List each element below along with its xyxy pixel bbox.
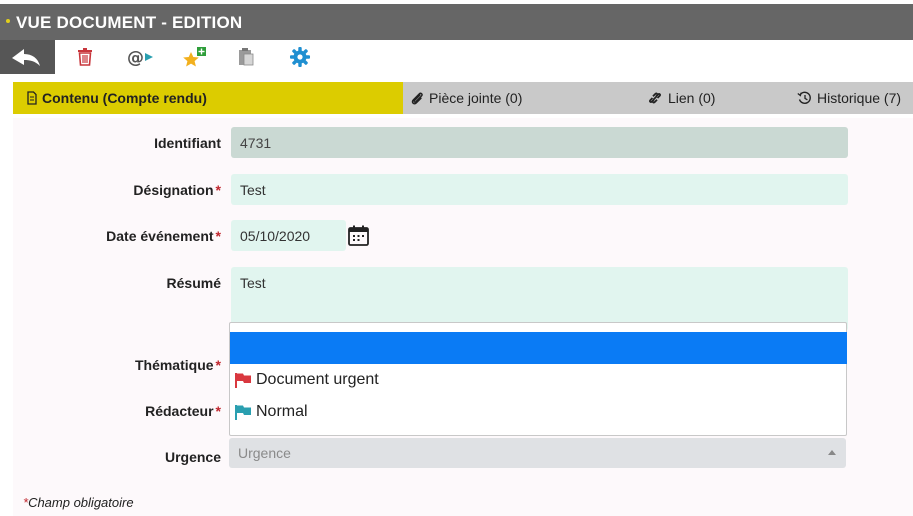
option-label: Normal xyxy=(256,403,308,420)
red-flag-icon xyxy=(235,373,251,388)
resume-label: Résumé xyxy=(13,275,221,291)
back-button[interactable] xyxy=(0,40,55,74)
tab-label: Contenu (Compte rendu) xyxy=(42,90,207,106)
identifiant-label: Identifiant xyxy=(13,135,221,151)
thematique-label: Thématique * xyxy=(13,357,221,373)
tab-historique[interactable]: Historique (7) xyxy=(797,82,913,114)
dropdown-option-empty[interactable] xyxy=(230,332,847,364)
date-label: Date événement * xyxy=(13,228,221,244)
identifiant-label-text: Identifiant xyxy=(154,135,221,151)
paperclip-icon xyxy=(410,91,424,106)
tab-lien[interactable]: Lien (0) xyxy=(647,82,767,114)
select-arrow-icon xyxy=(828,450,836,455)
redacteur-label-text: Rédacteur xyxy=(145,403,214,419)
option-label: Document urgent xyxy=(256,371,379,388)
required-marker: * xyxy=(215,403,221,419)
back-arrow-icon xyxy=(12,49,40,66)
trash-icon xyxy=(78,48,92,66)
document-icon xyxy=(27,91,37,105)
required-marker: * xyxy=(215,228,221,244)
add-favorite-button[interactable] xyxy=(182,46,208,68)
delete-button[interactable] xyxy=(74,46,96,68)
designation-input[interactable]: Test xyxy=(231,174,848,205)
redacteur-label: Rédacteur * xyxy=(13,403,221,419)
resume-label-text: Résumé xyxy=(166,275,221,291)
required-note-text: Champ obligatoire xyxy=(28,495,134,510)
toolbar: @ xyxy=(0,40,913,76)
calendar-icon xyxy=(348,225,369,246)
email-forward-icon: @ xyxy=(127,48,153,67)
urgence-placeholder: Urgence xyxy=(238,445,291,461)
teal-flag-icon xyxy=(235,405,251,420)
paste-button[interactable] xyxy=(235,46,257,68)
designation-label: Désignation * xyxy=(13,182,221,198)
email-forward-button[interactable]: @ xyxy=(127,46,155,68)
title-bullet-icon xyxy=(6,19,10,23)
tab-label: Pièce jointe (0) xyxy=(429,90,523,106)
urgence-label-text: Urgence xyxy=(164,449,221,465)
required-marker: * xyxy=(215,182,221,198)
date-input[interactable]: 05/10/2020 xyxy=(231,220,346,251)
settings-button[interactable] xyxy=(289,46,311,68)
designation-label-text: Désignation xyxy=(133,182,214,198)
urgence-label: Urgence xyxy=(13,449,221,465)
clipboard-icon xyxy=(239,48,254,66)
thematique-dropdown-list: Document urgent Normal xyxy=(229,322,847,436)
required-note: *Champ obligatoire xyxy=(23,495,134,510)
window-title: VUE DOCUMENT - EDITION xyxy=(16,13,243,32)
required-marker: * xyxy=(215,357,221,373)
urgence-select[interactable]: Urgence xyxy=(229,438,846,468)
identifiant-field: 4731 xyxy=(231,127,848,158)
date-label-text: Date événement xyxy=(106,228,214,244)
tab-bar: Contenu (Compte rendu) Pièce jointe (0) … xyxy=(13,82,913,114)
calendar-button[interactable] xyxy=(347,224,371,248)
title-bar: VUE DOCUMENT - EDITION xyxy=(0,4,913,40)
tab-label: Historique (7) xyxy=(817,90,902,106)
star-add-icon xyxy=(183,47,206,67)
thematique-label-text: Thématique xyxy=(134,357,214,373)
tab-label: Lien (0) xyxy=(668,90,716,106)
dropdown-option-normal[interactable]: Normal xyxy=(234,397,308,427)
history-icon xyxy=(797,91,812,105)
tab-piece-jointe[interactable]: Pièce jointe (0) xyxy=(410,82,600,114)
dropdown-option-document-urgent[interactable]: Document urgent xyxy=(234,365,379,395)
gear-icon xyxy=(290,47,310,67)
svg-text:@: @ xyxy=(127,48,144,67)
link-icon xyxy=(647,90,663,106)
tab-contenu[interactable]: Contenu (Compte rendu) xyxy=(13,82,403,114)
